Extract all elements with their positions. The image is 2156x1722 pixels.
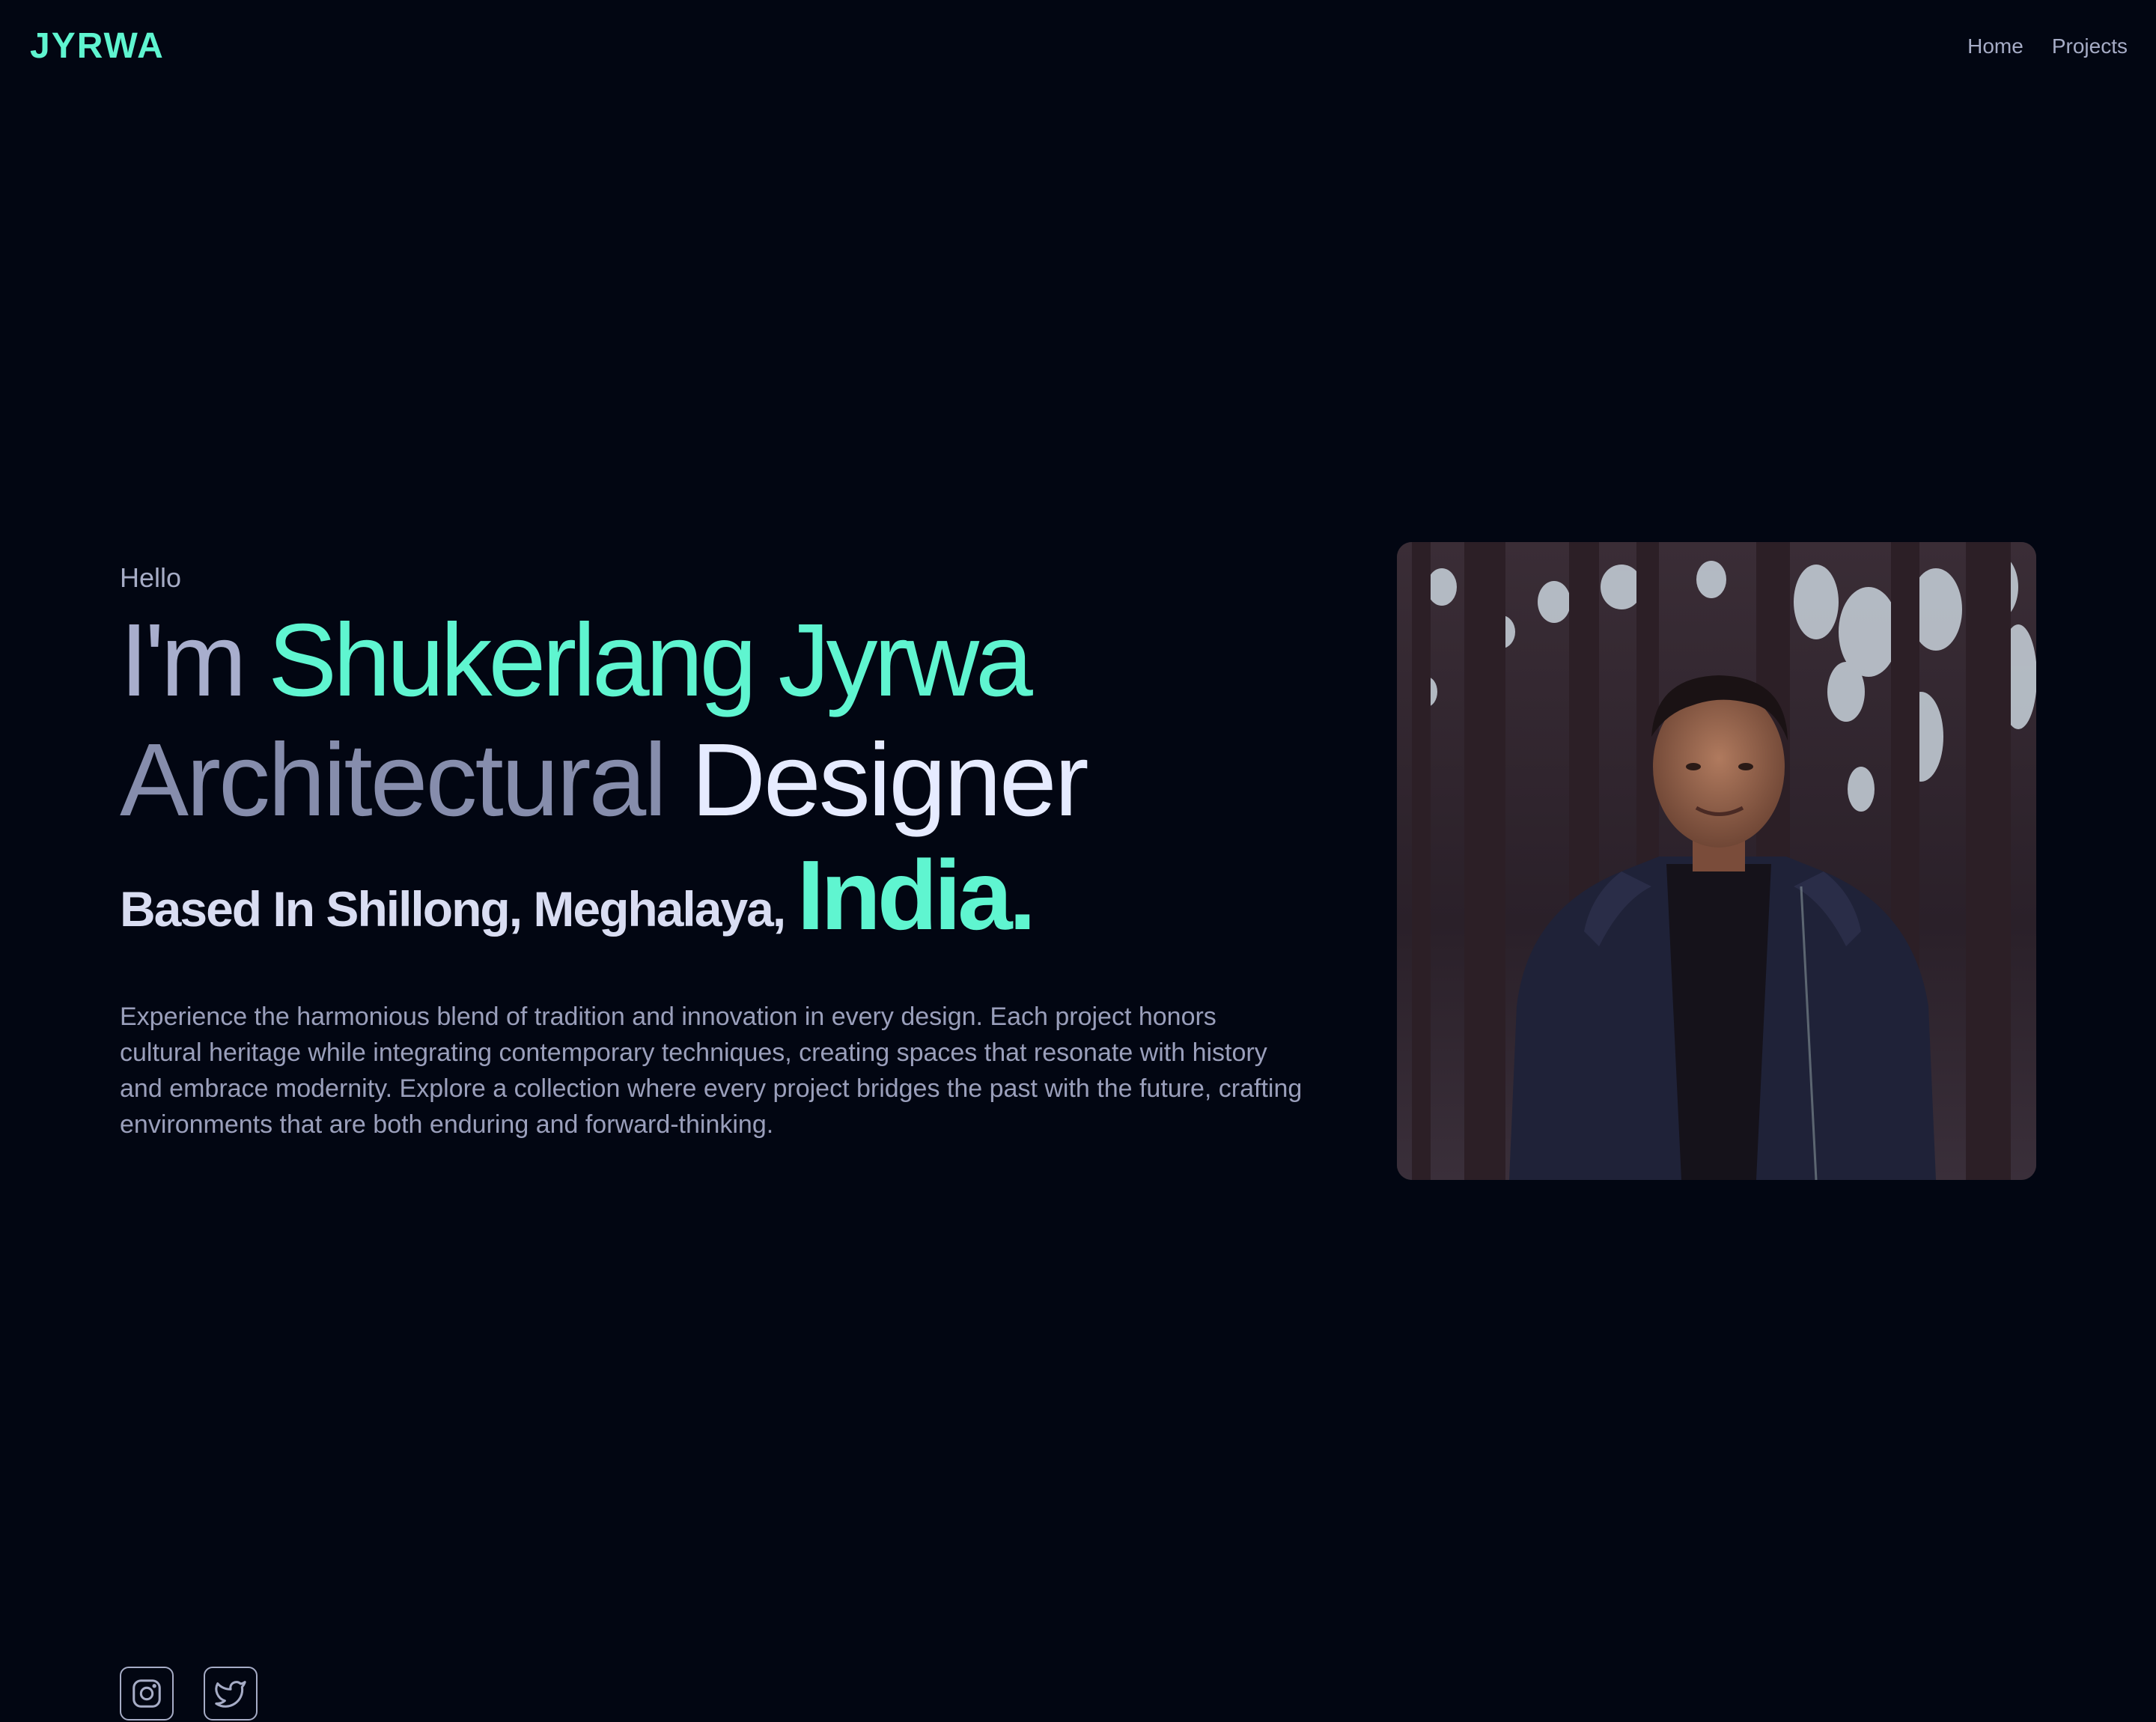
logo[interactable]: JYRWA: [30, 25, 165, 67]
social-links: [120, 1667, 258, 1721]
role-part1: Architectural: [120, 722, 667, 838]
hero-description: Experience the harmonious blend of tradi…: [120, 1003, 1303, 1139]
intro-prefix: I'm: [120, 603, 247, 718]
greeting: Hello: [120, 562, 182, 593]
person-name: Shukerlang Jyrwa: [268, 603, 1033, 718]
navbar: JYRWA Home Projects: [0, 0, 2156, 94]
role-part2: Designer: [691, 722, 1088, 838]
portrait-photo: [1397, 542, 2036, 1180]
instagram-icon: [133, 1679, 161, 1708]
location-heading: Based In Shillong, Meghalaya, India.: [120, 846, 1303, 954]
instagram-button[interactable]: [120, 1667, 174, 1721]
role-heading: Architectural Designer: [120, 720, 1303, 840]
intro-heading: I'm Shukerlang Jyrwa: [120, 600, 1303, 720]
nav-links: Home Projects: [1967, 33, 2128, 60]
twitter-icon: [215, 1681, 246, 1708]
location-prefix: Based In Shillong, Meghalaya,: [120, 881, 786, 937]
nav-projects-link[interactable]: Projects: [2052, 33, 2128, 60]
location-country: India.: [797, 840, 1037, 950]
hero-section: Hello I'm Shukerlang Jyrwa Architectural…: [120, 562, 1303, 1143]
twitter-button[interactable]: [204, 1667, 258, 1721]
nav-home-link[interactable]: Home: [1967, 33, 2023, 60]
